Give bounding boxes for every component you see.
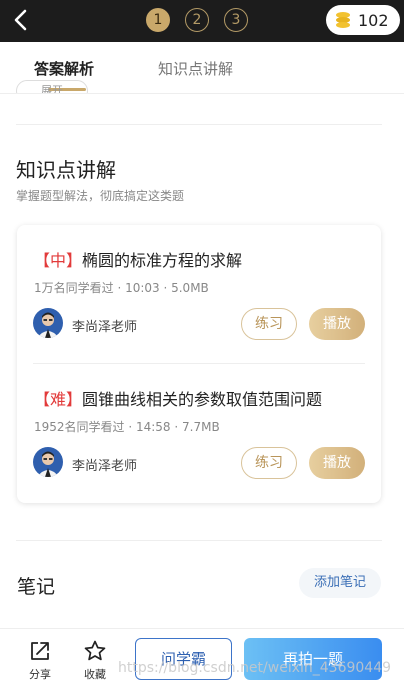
lesson-meta: 1万名同学看过 · 10:03 · 5.0MB	[34, 281, 209, 295]
step-indicator: 1 2 3	[146, 8, 248, 32]
play-button[interactable]: 播放	[309, 308, 365, 340]
step-2[interactable]: 2	[185, 8, 209, 32]
lesson-title-text: 椭圆的标准方程的求解	[82, 251, 243, 270]
lesson-meta: 1952名同学看过 · 14:58 · 7.7MB	[34, 420, 220, 434]
favorite-label: 收藏	[84, 668, 106, 681]
back-arrow-icon	[14, 9, 27, 31]
lesson-title-text: 圆锥曲线相关的参数取值范围问题	[82, 390, 323, 409]
back-button[interactable]	[8, 6, 36, 34]
tab-shadow-cover	[0, 94, 404, 104]
favorite-button[interactable]: 收藏	[77, 639, 113, 682]
play-button[interactable]: 播放	[309, 447, 365, 479]
divider	[16, 540, 382, 541]
step-1[interactable]: 1	[146, 8, 170, 32]
practice-button[interactable]: 练习	[241, 308, 297, 340]
teacher-avatar	[33, 447, 63, 477]
coin-stack-icon	[336, 12, 350, 28]
lesson-item[interactable]: 【难】圆锥曲线相关的参数取值范围问题 1952名同学看过 · 14:58 · 7…	[17, 364, 381, 503]
lesson-title: 【中】椭圆的标准方程的求解	[34, 247, 242, 271]
teacher-avatar	[33, 308, 63, 338]
coin-count: 102	[358, 10, 389, 30]
lesson-item[interactable]: 【中】椭圆的标准方程的求解 1万名同学看过 · 10:03 · 5.0MB 李尚…	[17, 225, 381, 364]
bottom-toolbar: 分享 收藏 问学霸 再拍一题	[0, 628, 404, 686]
top-bar: 1 2 3 102	[0, 0, 404, 42]
add-note-button[interactable]: 添加笔记	[299, 568, 381, 598]
knowledge-section-subtitle: 掌握题型解法，彻底搞定这类题	[16, 189, 185, 203]
difficulty-badge: 【难】	[34, 390, 83, 409]
lesson-card: 【中】椭圆的标准方程的求解 1万名同学看过 · 10:03 · 5.0MB 李尚…	[17, 225, 381, 503]
divider	[16, 124, 382, 125]
coin-balance[interactable]: 102	[326, 5, 400, 35]
difficulty-badge: 【中】	[34, 251, 83, 270]
star-icon	[84, 640, 106, 661]
practice-button[interactable]: 练习	[241, 447, 297, 479]
knowledge-section-title: 知识点讲解	[16, 158, 116, 182]
step-3[interactable]: 3	[224, 8, 248, 32]
share-icon	[31, 642, 49, 660]
teacher-name: 李尚泽老师	[72, 320, 138, 335]
share-button[interactable]: 分享	[22, 639, 58, 682]
share-label: 分享	[29, 668, 51, 681]
lesson-title: 【难】圆锥曲线相关的参数取值范围问题	[34, 386, 322, 410]
watermark-text: https://blog.csdn.net/weixin_43690449	[118, 660, 392, 676]
tab-answer-analysis[interactable]: 答案解析	[34, 58, 94, 79]
teacher-name: 李尚泽老师	[72, 459, 138, 474]
divider	[0, 93, 404, 94]
notes-title: 笔记	[17, 576, 56, 598]
tab-knowledge-points[interactable]: 知识点讲解	[158, 58, 233, 79]
